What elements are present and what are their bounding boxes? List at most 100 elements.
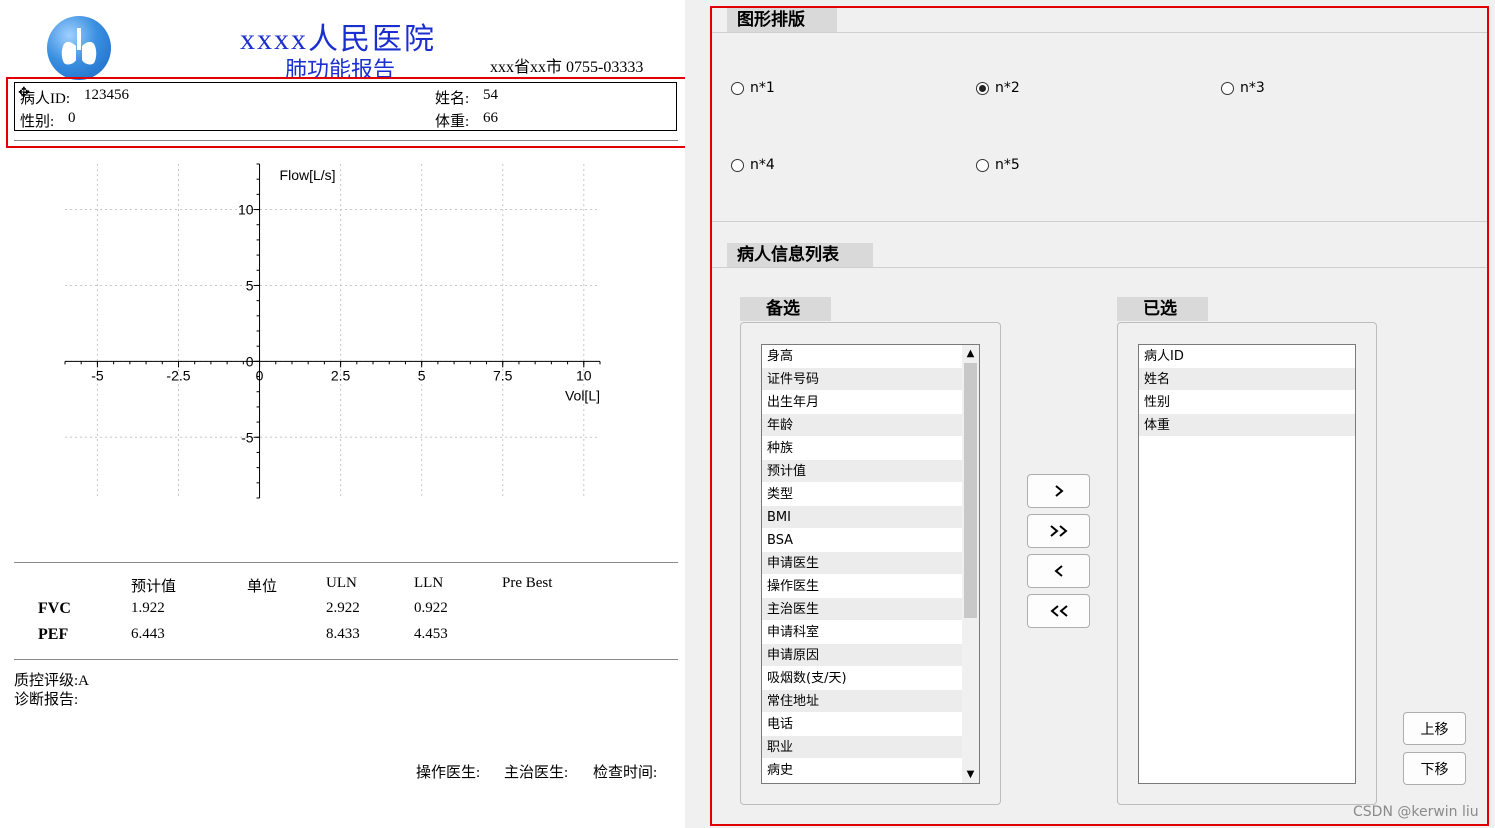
patient-info-box[interactable]: ✥ 病人ID: 123456 姓名: 54 性别: 0 体重: 66 bbox=[14, 82, 677, 131]
selected-list-item[interactable]: 姓名 bbox=[1139, 368, 1355, 391]
layout-section-bottom-line bbox=[712, 221, 1487, 222]
x-tick-label: 7.5 bbox=[493, 367, 513, 383]
patient-id-value: 123456 bbox=[84, 87, 129, 103]
available-list-item[interactable]: 证件号码 bbox=[762, 368, 962, 391]
move-up-button[interactable]: 上移 bbox=[1403, 712, 1466, 745]
layout-option-n3-label: n*3 bbox=[1240, 80, 1265, 96]
attending-doctor-label: 主治医生: bbox=[504, 765, 569, 781]
patient-sex-value: 0 bbox=[68, 110, 76, 126]
row-pef-uln: 8.433 bbox=[326, 626, 360, 642]
patient-weight-label: 体重: bbox=[435, 114, 470, 130]
available-list-item[interactable]: 年龄 bbox=[762, 414, 962, 437]
layout-option-n2-label: n*2 bbox=[995, 80, 1020, 96]
row-fvc-pred: 1.922 bbox=[131, 600, 165, 616]
patient-list-section-title: 病人信息列表 bbox=[727, 243, 873, 267]
row-pef-pred: 6.443 bbox=[131, 626, 165, 642]
layout-option-n5[interactable]: n*5 bbox=[976, 157, 1020, 173]
layout-option-n1[interactable]: n*1 bbox=[731, 80, 775, 96]
selected-list-item[interactable]: 性别 bbox=[1139, 391, 1355, 414]
row-fvc-name: FVC bbox=[38, 600, 71, 617]
col-header-uln: ULN bbox=[326, 575, 357, 591]
layout-option-n4[interactable]: n*4 bbox=[731, 157, 775, 173]
quality-grade: 质控评级:A bbox=[14, 673, 90, 689]
diagnosis-label: 诊断报告: bbox=[14, 692, 79, 708]
chevron-left-icon bbox=[1053, 565, 1063, 577]
selected-group-title: 已选 bbox=[1117, 297, 1208, 321]
y-axis-title: Flow[L/s] bbox=[280, 167, 336, 183]
col-header-lln: LLN bbox=[414, 575, 444, 591]
radio-n1[interactable] bbox=[731, 81, 744, 95]
layout-section-title: 图形排版 bbox=[727, 8, 837, 32]
table-top-divider bbox=[14, 562, 678, 563]
available-list[interactable]: 身高 证件号码 出生年月 年龄 种族 预计值 类型 BMI BSA 申请医生 操作医生 主治医生 申请科… bbox=[761, 344, 980, 784]
x-tick-label: 10 bbox=[576, 367, 592, 383]
y-tick-label: -5 bbox=[241, 429, 254, 445]
patient-id-label: 病人ID: bbox=[20, 91, 70, 107]
remove-all-button[interactable] bbox=[1027, 594, 1090, 628]
available-list-item[interactable]: 职业 bbox=[762, 736, 962, 759]
x-tick-label: 2.5 bbox=[331, 367, 351, 383]
available-list-item[interactable]: 主治医生 bbox=[762, 598, 962, 621]
add-one-button[interactable] bbox=[1027, 474, 1090, 508]
available-list-item[interactable]: 种族 bbox=[762, 437, 962, 460]
x-tick-label: -2.5 bbox=[166, 367, 190, 383]
watermark: CSDN @kerwin liu bbox=[1353, 804, 1479, 820]
y-tick-label: 5 bbox=[246, 277, 254, 293]
remove-one-button[interactable] bbox=[1027, 554, 1090, 588]
patient-name-label: 姓名: bbox=[435, 91, 470, 107]
layout-option-n4-label: n*4 bbox=[750, 157, 775, 173]
available-list-item[interactable]: 病史 bbox=[762, 759, 962, 782]
scroll-thumb[interactable] bbox=[964, 363, 977, 618]
layout-option-n1-label: n*1 bbox=[750, 80, 775, 96]
available-list-item[interactable]: BSA bbox=[762, 529, 962, 552]
available-list-item[interactable]: BMI bbox=[762, 506, 962, 529]
hospital-contact: xxx省xx市 0755-03333 bbox=[490, 59, 644, 76]
operator-doctor-label: 操作医生: bbox=[416, 765, 481, 781]
header-divider bbox=[14, 140, 678, 141]
layout-option-n5-label: n*5 bbox=[995, 157, 1020, 173]
radio-n2-selected[interactable] bbox=[976, 81, 989, 95]
radio-n4[interactable] bbox=[731, 158, 744, 172]
available-list-item[interactable]: 操作医生 bbox=[762, 575, 962, 598]
double-chevron-right-icon bbox=[1049, 525, 1068, 537]
radio-n3[interactable] bbox=[1221, 81, 1234, 95]
selected-list-item[interactable]: 体重 bbox=[1139, 414, 1355, 437]
col-header-pre-best: Pre Best bbox=[502, 575, 553, 591]
layout-option-n2[interactable]: n*2 bbox=[976, 80, 1020, 96]
selected-list-item[interactable]: 病人ID bbox=[1139, 345, 1355, 368]
col-header-pred: 预计值 bbox=[131, 579, 177, 595]
available-list-scrollbar[interactable]: ▲ ▼ bbox=[962, 345, 979, 783]
available-list-item[interactable]: 申请医生 bbox=[762, 552, 962, 575]
x-axis-title: Vol[L] bbox=[565, 387, 600, 403]
available-list-item[interactable]: 申请原因 bbox=[762, 644, 962, 667]
flow-volume-chart: -5 -2.5 0 2.5 5 7.5 10 -5 0 5 10 Flow[L/s] Vol[L] bbox=[64, 163, 601, 499]
row-pef-name: PEF bbox=[38, 626, 69, 643]
report-preview: xxxx人民医院 肺功能报告 xxx省xx市 0755-03333 ✥ 病人ID… bbox=[0, 0, 685, 828]
available-list-item[interactable]: 类型 bbox=[762, 483, 962, 506]
available-list-item[interactable]: 电话 bbox=[762, 713, 962, 736]
scroll-up-icon[interactable]: ▲ bbox=[962, 345, 979, 362]
row-fvc-uln: 2.922 bbox=[326, 600, 360, 616]
lung-logo-icon bbox=[47, 16, 111, 80]
row-pef-lln: 4.453 bbox=[414, 626, 448, 642]
patient-sex-label: 性别: bbox=[20, 114, 55, 130]
available-list-item[interactable]: 吸烟数(支/天) bbox=[762, 667, 962, 690]
move-down-button[interactable]: 下移 bbox=[1403, 752, 1466, 785]
selected-list[interactable]: 病人ID 姓名 性别 体重 bbox=[1138, 344, 1356, 784]
available-list-item[interactable]: 出生年月 bbox=[762, 391, 962, 414]
scroll-down-icon[interactable]: ▼ bbox=[962, 766, 979, 783]
available-list-item[interactable]: 预计值 bbox=[762, 460, 962, 483]
layout-option-n3[interactable]: n*3 bbox=[1221, 80, 1265, 96]
available-list-item[interactable]: 申请科室 bbox=[762, 621, 962, 644]
y-tick-label: 10 bbox=[238, 202, 254, 218]
available-list-item[interactable]: 身高 bbox=[762, 345, 962, 368]
y-tick-label: 0 bbox=[246, 353, 254, 369]
available-list-item[interactable]: 常住地址 bbox=[762, 690, 962, 713]
x-tick-label: -5 bbox=[91, 367, 104, 383]
radio-n5[interactable] bbox=[976, 158, 989, 172]
add-all-button[interactable] bbox=[1027, 514, 1090, 548]
row-fvc-lln: 0.922 bbox=[414, 600, 448, 616]
layout-section-line bbox=[712, 32, 1487, 33]
available-group-title: 备选 bbox=[740, 297, 831, 321]
patient-weight-value: 66 bbox=[483, 110, 498, 126]
